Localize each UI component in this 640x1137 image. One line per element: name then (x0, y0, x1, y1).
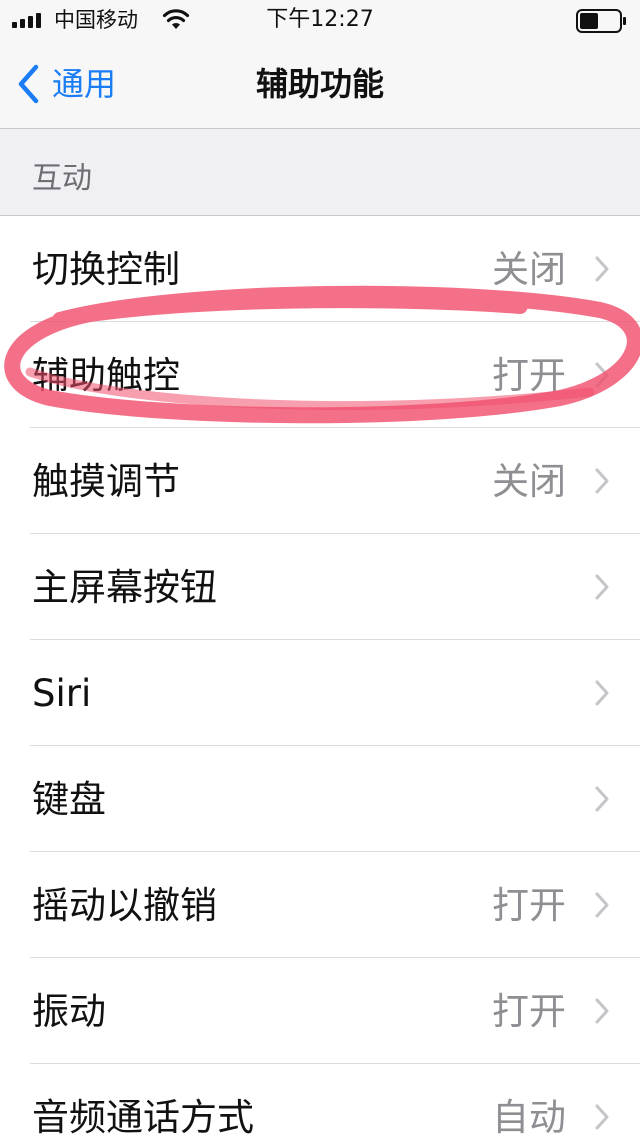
row-value: 打开 (492, 354, 566, 397)
row-value: 打开 (492, 884, 566, 927)
chevron-right-icon (595, 680, 609, 706)
battery-icon (576, 9, 626, 33)
chevron-right-icon (595, 892, 609, 918)
row-label: 振动 (32, 990, 106, 1033)
row-assistive-touch[interactable]: 辅助触控 打开 (0, 322, 640, 428)
row-label: 切换控制 (32, 248, 180, 291)
row-switch-control[interactable]: 切换控制 关闭 (0, 216, 640, 322)
row-label: 主屏幕按钮 (32, 566, 217, 609)
row-label: 音频通话方式 (32, 1096, 254, 1137)
status-bar: 中国移动 下午12:27 (0, 0, 640, 40)
row-label: 键盘 (32, 778, 106, 821)
row-value: 自动 (492, 1096, 566, 1137)
row-value: 关闭 (492, 460, 566, 503)
row-touch-accommodations[interactable]: 触摸调节 关闭 (0, 428, 640, 534)
chevron-right-icon (595, 998, 609, 1024)
row-siri[interactable]: Siri (0, 640, 640, 746)
row-label: 触摸调节 (32, 460, 180, 503)
row-vibration[interactable]: 振动 打开 (0, 958, 640, 1064)
chevron-right-icon (595, 786, 609, 812)
chevron-right-icon (595, 1104, 609, 1130)
row-label: 辅助触控 (32, 354, 180, 397)
section-header: 互动 (0, 129, 640, 215)
page-title: 辅助功能 (255, 65, 384, 103)
row-label: 摇动以撤销 (32, 884, 217, 927)
chevron-right-icon (595, 468, 609, 494)
row-shake-to-undo[interactable]: 摇动以撤销 打开 (0, 852, 640, 958)
row-home-button[interactable]: 主屏幕按钮 (0, 534, 640, 640)
navigation-bar: 通用 辅助功能 (0, 40, 640, 129)
chevron-right-icon (595, 574, 609, 600)
status-time: 下午12:27 (266, 7, 374, 32)
row-value: 关闭 (492, 248, 566, 291)
chevron-right-icon (595, 256, 609, 282)
chevron-right-icon (595, 362, 609, 388)
row-call-audio-routing[interactable]: 音频通话方式 自动 (0, 1064, 640, 1137)
row-keyboard[interactable]: 键盘 (0, 746, 640, 852)
row-label: Siri (32, 672, 92, 715)
settings-list: 切换控制 关闭 辅助触控 打开 触摸调节 关闭 主屏幕按钮 Siri 键盘 摇动… (0, 215, 640, 1137)
row-value: 打开 (492, 990, 566, 1033)
section-title: 互动 (32, 161, 92, 196)
